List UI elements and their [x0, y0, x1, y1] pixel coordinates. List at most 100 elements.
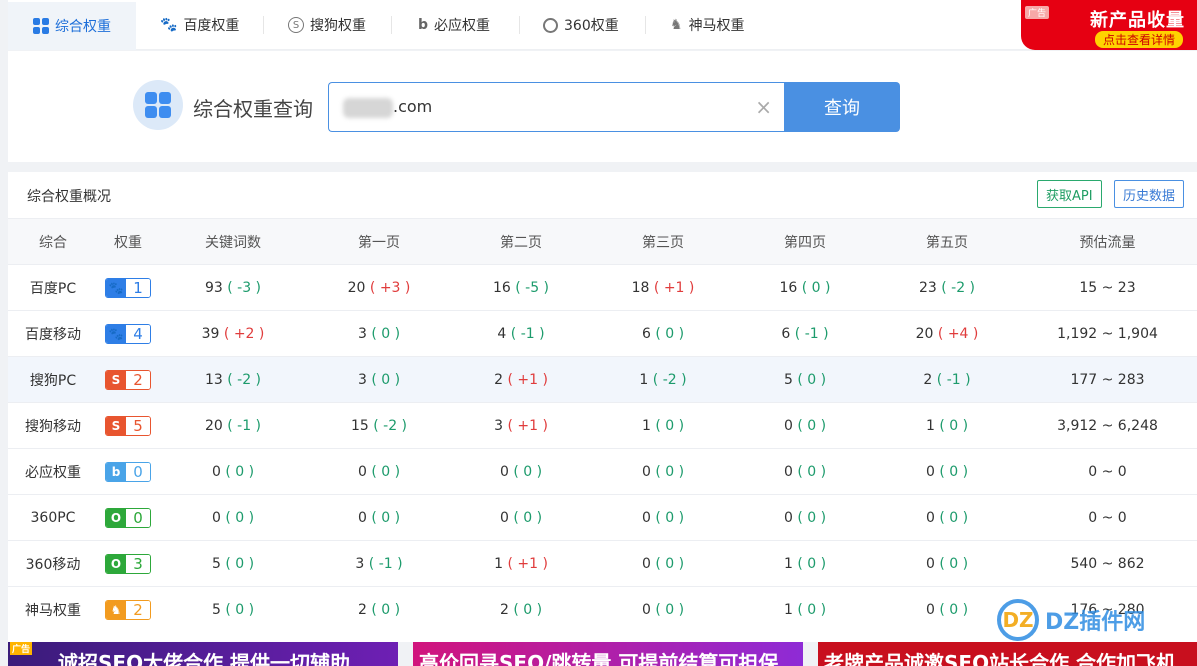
- metric-cell: 2 ( +1 ): [450, 356, 592, 403]
- tab-360-weight[interactable]: 360权重: [543, 0, 619, 50]
- metric-cell: 1 ( +1 ): [450, 540, 592, 587]
- blurred-domain: [343, 98, 393, 118]
- metric-change: ( +1 ): [507, 555, 548, 572]
- metric-cell: 13 ( -2 ): [158, 356, 308, 403]
- metric-value: 6: [641, 325, 651, 342]
- metric-cell: 0 ( 0 ): [308, 494, 450, 541]
- metric-value: 1: [925, 417, 935, 434]
- domain-value: .com: [393, 97, 433, 116]
- corner-ad-banner[interactable]: 广告 新产品收量 点击查看详情: [1021, 0, 1197, 50]
- metric-change: ( 0 ): [655, 601, 685, 618]
- metric-cell: 3 ( -1 ): [308, 540, 450, 587]
- metric-cell: 5 ( 0 ): [734, 356, 876, 403]
- table-row: 搜狗PC S 2 13 ( -2 ) 3 ( 0 ) 2 ( +1 ) 1 ( -2 ) 5 …: [8, 356, 1197, 403]
- metric-cell: 20 ( +4 ): [876, 310, 1018, 357]
- ad-link[interactable]: 点击查看详情: [1094, 31, 1183, 48]
- metric-value: 0: [641, 555, 651, 572]
- col-header: 预估流量: [1018, 218, 1197, 265]
- bottom-ad-1[interactable]: 广告 诚招SEO大佬合作 提供一切辅助: [8, 642, 398, 666]
- metric-value: 0: [499, 509, 509, 526]
- metric-value: 93: [204, 279, 223, 296]
- metric-value: 0: [925, 601, 935, 618]
- col-header: 第二页: [450, 218, 592, 265]
- engine-tab-bar: 综合权重 🐾 百度权重 S 搜狗权重 b 必应权重 360权重 ♞ 神马权重: [8, 0, 1197, 50]
- metric-change: ( 0 ): [797, 463, 827, 480]
- traffic-estimate: 177 ~ 283: [1018, 356, 1197, 403]
- query-button[interactable]: 查询: [784, 82, 900, 132]
- shenma-icon: ♞: [670, 17, 683, 33]
- bottom-ad-3[interactable]: 老牌产品诚邀SEO站长合作 合作加飞机: [818, 642, 1197, 666]
- metric-value: 0: [925, 463, 935, 480]
- metric-value: 6: [781, 325, 791, 342]
- metric-change: ( 0 ): [797, 509, 827, 526]
- metric-value: 5: [783, 371, 793, 388]
- metric-cell: 1 ( -2 ): [592, 356, 734, 403]
- baidu-paw-icon: 🐾: [106, 278, 126, 297]
- tab-label: 百度权重: [183, 18, 240, 34]
- metric-value: 15: [350, 417, 369, 434]
- tab-bing-weight[interactable]: b 必应权重: [418, 0, 490, 50]
- metric-change: ( -1 ): [936, 371, 971, 388]
- metric-value: 3: [355, 555, 365, 572]
- metric-value: 0: [783, 417, 793, 434]
- metric-value: 13: [204, 371, 223, 388]
- metric-cell: 0 ( 0 ): [450, 448, 592, 495]
- history-data-button[interactable]: 历史数据: [1114, 180, 1185, 208]
- tab-sogou-weight[interactable]: S 搜狗权重: [288, 0, 366, 50]
- metric-value: 3: [357, 371, 367, 388]
- site-watermark: DZ DZ插件网: [997, 598, 1197, 642]
- metric-cell: 2 ( -1 ): [876, 356, 1018, 403]
- tab-composite-weight[interactable]: 综合权重: [8, 0, 136, 50]
- engine-name: 百度PC: [8, 264, 98, 311]
- engine-name: 360移动: [8, 540, 98, 587]
- panel-title: 综合权重概况: [27, 189, 111, 205]
- weight-value: 2: [126, 370, 150, 389]
- metric-cell: 0 ( 0 ): [734, 402, 876, 449]
- bottom-ad-2[interactable]: 高价回寻SEO/跳转量 可提前结算可担保: [413, 642, 803, 666]
- bing-icon: b: [106, 462, 126, 481]
- col-header: 权重: [98, 218, 158, 265]
- metric-change: ( 0 ): [939, 555, 969, 572]
- table-header-row: 综合 权重 关键词数 第一页 第二页 第三页 第四页 第五页 预估流量: [8, 218, 1197, 265]
- shenma-icon: ♞: [106, 600, 126, 619]
- engine-name: 必应权重: [8, 448, 98, 495]
- tab-label: 必应权重: [434, 18, 491, 34]
- composite-logo-icon: [133, 80, 183, 130]
- metric-change: ( 0 ): [371, 601, 401, 618]
- weight-value: 0: [126, 462, 150, 481]
- metric-change: ( +4 ): [937, 325, 979, 342]
- metric-cell: 20 ( +3 ): [308, 264, 450, 311]
- metric-value: 20: [204, 417, 223, 434]
- tab-shenma-weight[interactable]: ♞ 神马权重: [670, 0, 745, 50]
- metric-value: 0: [783, 509, 793, 526]
- metric-change: ( 0 ): [513, 509, 543, 526]
- weight-badge: S2: [98, 356, 158, 403]
- metric-cell: 16 ( 0 ): [734, 264, 876, 311]
- metric-change: ( 0 ): [225, 601, 255, 618]
- metric-value: 16: [779, 279, 798, 296]
- table-row: 必应权重 b 0 0 ( 0 ) 0 ( 0 ) 0 ( 0 ) 0 ( 0 ) 0 ( 0 …: [8, 448, 1197, 495]
- metric-change: ( -1 ): [510, 325, 545, 342]
- metric-cell: 4 ( -1 ): [450, 310, 592, 357]
- 360-icon: [543, 17, 558, 33]
- metric-change: ( -1 ): [227, 417, 262, 434]
- metric-change: ( -2 ): [227, 371, 262, 388]
- ad-text: 诚招SEO大佬合作 提供一切辅助: [58, 650, 351, 666]
- metric-value: 20: [347, 279, 366, 296]
- bing-icon: b: [418, 17, 429, 33]
- metric-value: 0: [641, 463, 651, 480]
- tab-baidu-weight[interactable]: 🐾 百度权重: [160, 0, 239, 50]
- metric-cell: 1 ( 0 ): [592, 402, 734, 449]
- metric-cell: 0 ( 0 ): [876, 448, 1018, 495]
- 360-icon: O: [106, 554, 126, 573]
- metric-cell: 16 ( -5 ): [450, 264, 592, 311]
- clear-icon[interactable]: ×: [755, 95, 772, 119]
- weight-badge: b0: [98, 448, 158, 495]
- sogou-icon: S: [106, 416, 126, 435]
- metric-cell: 0 ( 0 ): [592, 540, 734, 587]
- metric-change: ( 0 ): [655, 555, 685, 572]
- get-api-button[interactable]: 获取API: [1037, 180, 1102, 208]
- metric-cell: 3 ( 0 ): [308, 310, 450, 357]
- engine-name: 神马权重: [8, 586, 98, 633]
- domain-search-input[interactable]: .com ×: [328, 82, 784, 132]
